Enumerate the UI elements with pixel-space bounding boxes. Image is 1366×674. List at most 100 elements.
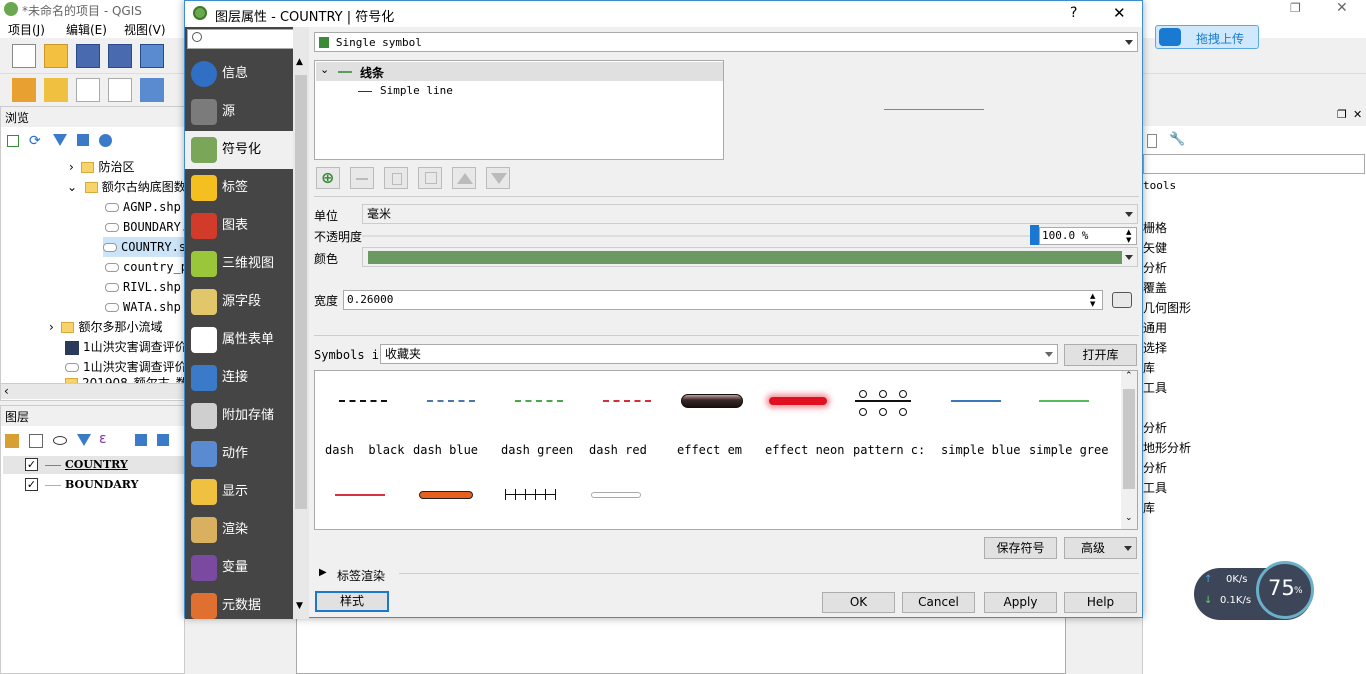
data-defined-override-icon[interactable]	[1112, 292, 1132, 308]
layer-row-boundary[interactable]: ✓ BOUNDARY	[3, 476, 184, 494]
symbol-item[interactable]: simple gree	[1029, 385, 1109, 457]
toolbox-item[interactable]: 库	[1143, 499, 1155, 516]
menu-edit[interactable]: 编辑(E)	[66, 21, 107, 38]
opacity-spinbox[interactable]: 100.0 % ▲ ▼	[1039, 227, 1137, 245]
move-down-button[interactable]	[486, 167, 510, 189]
symbol-item[interactable]: dash red	[589, 385, 669, 457]
visibility-icon[interactable]	[53, 436, 67, 445]
toolbox-item[interactable]: 工具	[1143, 379, 1167, 396]
symbol-item[interactable]: simple blue	[941, 385, 1021, 457]
expand-arrow-icon[interactable]: ▶	[319, 567, 327, 578]
save-edits-icon[interactable]	[44, 78, 68, 102]
symbol-item[interactable]: pattern c:	[853, 385, 933, 457]
symbol-item[interactable]	[501, 479, 581, 529]
toolbox-item[interactable]: 分析	[1143, 459, 1167, 476]
opacity-slider-handle[interactable]	[1030, 225, 1039, 245]
symbol-group-select[interactable]: 收藏夹	[380, 344, 1058, 364]
tree-item-shp[interactable]: AGNP.shp	[105, 197, 181, 217]
expand-icon[interactable]	[135, 434, 147, 446]
width-spinbox[interactable]: 0.26000 ▲ ▼	[343, 290, 1103, 310]
close-main-icon[interactable]: ✕	[1336, 0, 1348, 16]
document-icon[interactable]	[1147, 134, 1157, 148]
scroll-thumb[interactable]	[1123, 389, 1135, 489]
map-canvas[interactable]	[296, 614, 1066, 674]
add-group-icon[interactable]	[29, 434, 43, 448]
color-button[interactable]	[362, 247, 1138, 267]
save-as-icon[interactable]	[108, 44, 132, 68]
tree-item-shp[interactable]: WATA.shp	[105, 297, 181, 317]
toolbox-item[interactable]: 库	[1143, 359, 1155, 376]
lock-symbol-layer-button[interactable]	[384, 167, 408, 189]
expression-icon[interactable]: ε	[99, 431, 107, 447]
tree-item-shp[interactable]: RIVL.shp	[105, 277, 181, 297]
restore-icon[interactable]: ❐	[1290, 1, 1301, 15]
sidebar-item[interactable]: 连接	[185, 359, 293, 397]
sidebar-item[interactable]: 标签	[185, 169, 293, 207]
layer-checkbox[interactable]: ✓	[25, 478, 38, 491]
node-tool-icon[interactable]	[140, 78, 164, 102]
tree-item-raster[interactable]: 1山洪灾害调查评价	[65, 337, 187, 357]
sidebar-item[interactable]: 图表	[185, 207, 293, 245]
sidebar-item[interactable]: 动作	[185, 435, 293, 473]
toolbox-item[interactable]: 选择	[1143, 339, 1167, 356]
toolbox-item[interactable]: 地形分析	[1143, 439, 1191, 456]
opacity-slider-track[interactable]	[362, 235, 1030, 237]
browser-hscrollbar[interactable]: ‹	[1, 383, 184, 399]
add-icon[interactable]	[7, 135, 19, 147]
close-panel-icon[interactable]: ✕	[1353, 108, 1362, 121]
refresh-icon[interactable]: ⟳	[29, 133, 41, 149]
toolbox-item[interactable]: 分析	[1143, 419, 1167, 436]
style-button[interactable]: 样式	[315, 591, 389, 612]
open-project-icon[interactable]	[44, 44, 68, 68]
help-icon[interactable]: ?	[1070, 5, 1077, 21]
advanced-button[interactable]: 高级	[1064, 537, 1137, 559]
edit-layer-icon[interactable]	[12, 78, 36, 102]
tree-item-folder[interactable]: › 额尔多那小流域	[49, 317, 162, 337]
close-icon[interactable]: ✕	[1113, 4, 1126, 22]
sidebar-scrollbar[interactable]: ▲ ▼	[293, 27, 309, 619]
upload-button[interactable]: 拖拽上传	[1155, 25, 1259, 49]
toolbox-item[interactable]: 覆盖	[1143, 279, 1167, 296]
scroll-thumb[interactable]	[295, 75, 307, 509]
spin-arrows-icon[interactable]: ▲ ▼	[1126, 228, 1131, 244]
sidebar-item[interactable]: 变量	[185, 549, 293, 587]
sidebar-item[interactable]: 源字段	[185, 283, 293, 321]
symbol-item[interactable]: effect em	[677, 385, 757, 457]
tree-item-shp[interactable]: 1山洪灾害调查评价	[65, 357, 187, 377]
wrench-icon[interactable]: 🔧	[1169, 132, 1185, 147]
digitize-icon[interactable]	[76, 78, 100, 102]
symbol-item[interactable]	[589, 479, 669, 529]
unit-select[interactable]: 毫米	[362, 204, 1138, 224]
help-button[interactable]: Help	[1064, 592, 1137, 613]
chevron-down-icon[interactable]: ⌄	[320, 63, 329, 76]
sidebar-item[interactable]: 显示	[185, 473, 293, 511]
tree-item-shp-selected[interactable]: COUNTRY.sh	[103, 237, 193, 257]
spin-arrows-icon[interactable]: ▲ ▼	[1090, 292, 1095, 308]
save-project-icon[interactable]	[76, 44, 100, 68]
filter-icon[interactable]	[53, 134, 67, 146]
sidebar-item[interactable]: 渲染	[185, 511, 293, 549]
tree-item-folder[interactable]: › 防治区	[69, 157, 134, 177]
layer-row-country[interactable]: ✓ COUNTRY	[3, 456, 184, 474]
duplicate-symbol-layer-button[interactable]	[418, 167, 442, 189]
toolbox-item[interactable]: 矢健	[1143, 239, 1167, 256]
sidebar-search-input[interactable]	[187, 29, 309, 49]
toolbox-item[interactable]: 栅格	[1143, 219, 1167, 236]
symbol-item[interactable]	[413, 479, 493, 529]
tree-item-folder[interactable]: ⌄ 额尔古纳底图数	[67, 177, 186, 197]
label-render-toggle[interactable]: 标签渲染	[337, 567, 385, 584]
open-library-button[interactable]: 打开库	[1064, 344, 1137, 366]
toolbox-item[interactable]: 分析	[1143, 259, 1167, 276]
symbol-item[interactable]: dash black	[325, 385, 405, 457]
symbol-tree-root[interactable]: ⌄ 线条	[316, 62, 723, 81]
save-symbol-button[interactable]: 保存符号	[984, 537, 1057, 559]
symbol-item[interactable]: dash blue	[413, 385, 493, 457]
sidebar-item[interactable]: 源	[185, 93, 293, 131]
ok-button[interactable]: OK	[822, 592, 895, 613]
symbol-item[interactable]: effect neon	[765, 385, 845, 457]
sidebar-item[interactable]: 三维视图	[185, 245, 293, 283]
float-icon[interactable]: ❐	[1337, 108, 1347, 121]
sidebar-item[interactable]: 元数据	[185, 587, 293, 625]
remove-symbol-layer-button[interactable]	[350, 167, 374, 189]
new-project-icon[interactable]	[12, 44, 36, 68]
